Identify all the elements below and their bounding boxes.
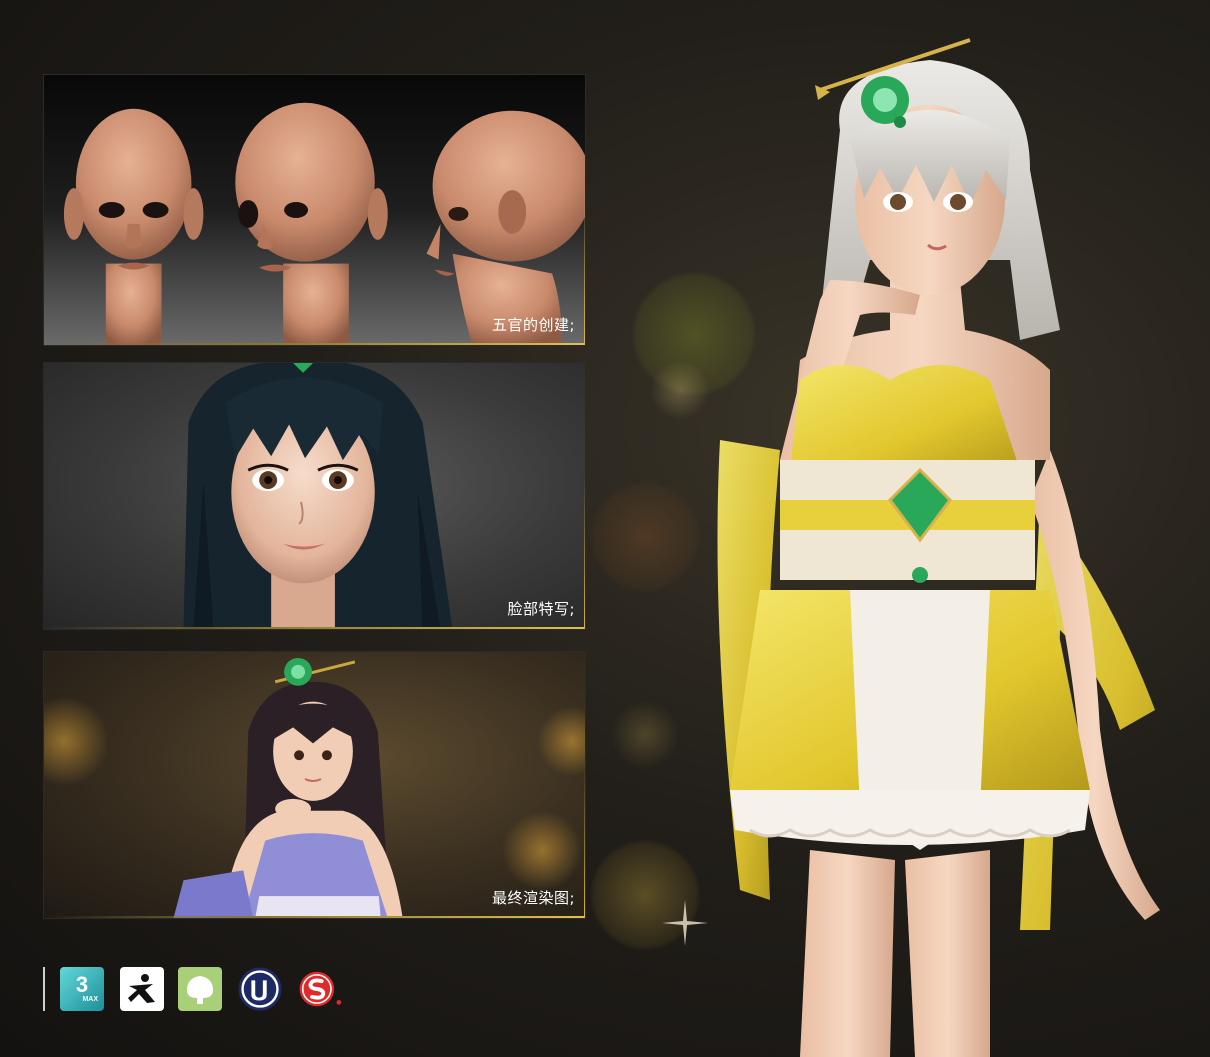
head-side <box>426 110 585 345</box>
head-sculpt-image <box>63 102 585 345</box>
final-render-image <box>44 657 585 918</box>
software-toolbar: 3 MAX <box>43 965 373 1013</box>
bodice <box>790 365 1020 470</box>
head-three-quarter <box>235 102 388 345</box>
face-closeup-image <box>183 363 453 629</box>
panel-underline <box>44 916 585 918</box>
character-render <box>717 38 1160 1057</box>
panel-underline <box>44 343 585 345</box>
unreal-engine-icon <box>238 967 282 1011</box>
bokeh-light <box>590 482 700 592</box>
divider <box>43 967 45 1011</box>
substance-painter-icon <box>298 967 342 1011</box>
head-front <box>63 108 204 345</box>
legs <box>800 850 895 1057</box>
panel-head-sculpt: 五官的创建; <box>43 74 586 346</box>
panel-caption: 最终渲染图; <box>491 889 575 907</box>
panel-caption: 脸部特写; <box>507 600 575 618</box>
bokeh-light <box>610 700 680 770</box>
panel-final-render: 最终渲染图; <box>43 651 586 919</box>
zbrush-icon <box>120 967 164 1011</box>
lace <box>730 790 1090 845</box>
panel-face-closeup: 脸部特写; <box>43 362 586 630</box>
speedtree-icon <box>178 967 222 1011</box>
panel-underline <box>44 627 585 629</box>
panel-caption: 五官的创建; <box>491 316 575 334</box>
3ds-max-icon: 3 MAX <box>60 967 104 1011</box>
